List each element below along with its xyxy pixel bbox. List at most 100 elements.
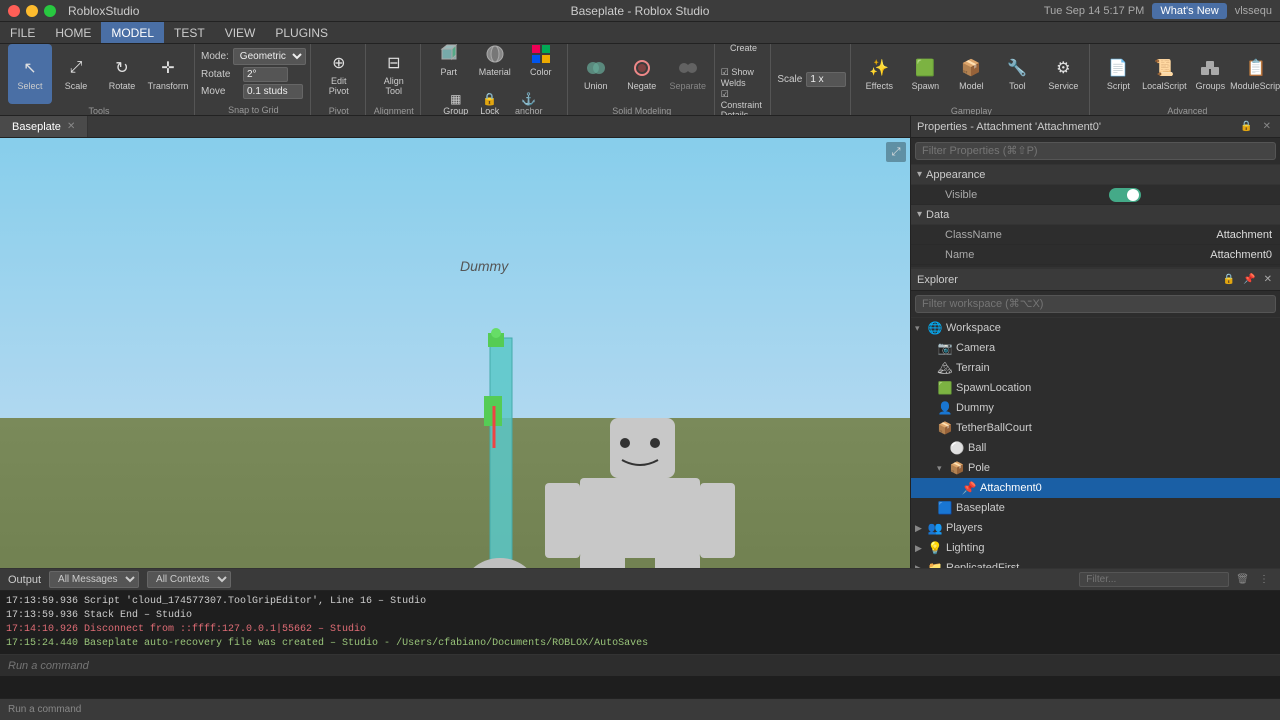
menu-file[interactable]: FILE [0,22,45,43]
menu-plugins[interactable]: PLUGINS [265,22,338,43]
tree-item-name: Dummy [956,402,994,414]
part-tool[interactable]: Part [427,44,471,90]
data-section-header[interactable]: ▾ Data [911,205,1280,225]
group-tool[interactable]: ▦ Group [440,91,472,116]
advanced-group: 📄 Script 📜 LocalScript Groups 📋 ModuleSc… [1096,44,1278,116]
tree-item-workspace[interactable]: ▾ 🌐 Workspace [911,318,1280,338]
tree-item-baseplate[interactable]: 🟦 Baseplate [911,498,1280,518]
tree-icon: 🌐 [927,320,943,336]
rotate-input[interactable] [243,67,288,82]
show-welds-toggle[interactable]: ☑ Show Welds [721,67,767,88]
properties-panel: Properties - Attachment 'Attachment0' 🔒 … [911,116,1280,268]
material-tool[interactable]: Material [473,44,517,90]
baseplate-tab-label: Baseplate [12,121,61,133]
output-menu-btn[interactable]: ⋮ [1256,574,1272,585]
scale-input[interactable] [806,72,846,87]
tree-item-dummy[interactable]: 👤 Dummy [911,398,1280,418]
mode-select[interactable]: Geometric [233,48,306,65]
app-name: RobloxStudio [68,4,139,18]
menu-view[interactable]: VIEW [215,22,266,43]
explorer-search [911,291,1280,318]
explorer-pin-btn[interactable]: 📌 [1241,272,1257,287]
tree-item-players[interactable]: ▶ 👥 Players [911,518,1280,538]
explorer-lock-btn[interactable]: 🔒 [1221,272,1237,287]
groups-tool[interactable]: Groups [1188,44,1232,104]
service-tool[interactable]: ⚙ Service [1041,44,1085,104]
union-label: Union [584,82,608,92]
explorer-close-btn[interactable]: ✕ [1262,272,1274,287]
menu-test[interactable]: TEST [164,22,215,43]
local-script-tool[interactable]: 📜 LocalScript [1142,44,1186,104]
maximize-button[interactable] [44,5,56,17]
edit-pivot-tool[interactable]: ⊕ EditPivot [317,44,361,104]
viewport-corner-button[interactable]: ⤢ [886,142,906,162]
whats-new-button[interactable]: What's New [1152,3,1226,19]
service-label: Service [1048,82,1078,92]
explorer-search-input[interactable] [915,295,1276,313]
properties-close-btn[interactable]: ✕ [1260,121,1274,132]
service-icon: ⚙ [1051,56,1075,80]
menu-model[interactable]: MODEL [101,22,164,43]
constraint-details-toggle[interactable]: ☑ Constraint Details [721,89,767,117]
tree-item-terrain[interactable]: 🏔 Terrain [911,358,1280,378]
output-trash-btn[interactable]: 🗑 [1233,574,1252,585]
script-tool[interactable]: 📄 Script [1096,44,1140,104]
minimize-button[interactable] [26,5,38,17]
messages-filter-select[interactable]: All Messages [49,571,139,588]
dummy-head [610,418,675,478]
tool-tool[interactable]: 🔧 Tool [995,44,1039,104]
create-tool[interactable]: Create [722,44,766,66]
command-input[interactable] [8,660,1272,672]
tree-item-attachment0[interactable]: 📌 Attachment0 [911,478,1280,498]
transform-tool[interactable]: ✛ Transform [146,44,190,104]
menu-home[interactable]: HOME [45,22,101,43]
tree-item-name: SpawnLocation [956,382,1031,394]
local-script-icon: 📜 [1152,56,1176,80]
tree-item-ball[interactable]: ⚪ Ball [911,438,1280,458]
titlebar-left: RobloxStudio [8,4,139,18]
script-icon: 📄 [1106,56,1130,80]
effects-tool[interactable]: ✨ Effects [857,44,901,104]
baseplate-tab[interactable]: Baseplate ✕ [0,116,88,137]
close-button[interactable] [8,5,20,17]
spawn-label: Spawn [912,82,940,92]
tree-item-lighting[interactable]: ▶ 💡 Lighting [911,538,1280,558]
lock-tool[interactable]: 🔒 Lock [474,91,506,116]
rotate-tool[interactable]: ↻ Rotate [100,44,144,104]
output-filter-input[interactable] [1079,572,1229,587]
negate-tool[interactable]: Negate [620,44,664,104]
contexts-filter-select[interactable]: All Contexts [147,571,231,588]
tree-item-name: TetherBallCourt [956,422,1032,434]
parts-section: Part Material Color ▦ [423,44,568,115]
color-tool[interactable]: Color [519,44,563,90]
select-tool[interactable]: ↖ Select [8,44,52,104]
tree-icon: 💡 [927,540,943,556]
solid-modeling-group: Union Negate Separate Solid Modeling [574,44,710,116]
visible-toggle[interactable] [1109,188,1141,202]
explorer-outer: Explorer 🔒 📌 ✕ ▾ 🌐 Workspace 📷 Camera 🏔 … [911,268,1280,598]
effects-icon: ✨ [867,56,891,80]
titlebar: RobloxStudio Baseplate - Roblox Studio T… [0,0,1280,22]
anchor-tool[interactable]: ⚓ anchor [508,91,550,116]
prop-search-input[interactable] [915,142,1276,160]
appearance-section-header[interactable]: ▾ Appearance [911,165,1280,185]
union-tool[interactable]: Union [574,44,618,104]
baseplate-tab-close[interactable]: ✕ [67,121,75,132]
model-tool[interactable]: 📦 Model [949,44,993,104]
tree-item-spawnlocation[interactable]: 🟩 SpawnLocation [911,378,1280,398]
properties-lock-btn[interactable]: 🔒 [1237,121,1255,132]
tree-item-tetherballcourt[interactable]: 📦 TetherBallCourt [911,418,1280,438]
move-input[interactable] [243,84,303,99]
edit-pivot-icon: ⊕ [327,51,351,75]
tool-row: ↖ Select ⤢ Scale ↻ Rotate ✛ Transform [8,44,190,104]
tree-item-pole[interactable]: ▾ 📦 Pole [911,458,1280,478]
spawn-tool[interactable]: 🟩 Spawn [903,44,947,104]
scale-label: Scale [65,82,88,92]
module-script-tool[interactable]: 📋 ModuleScript [1234,44,1278,104]
rotate-icon: ↻ [110,56,134,80]
scale-tool[interactable]: ⤢ Scale [54,44,98,104]
align-tool[interactable]: ⊟ AlignTool [372,44,416,104]
tree-item-camera[interactable]: 📷 Camera [911,338,1280,358]
separate-tool[interactable]: Separate [666,44,710,104]
parts-group: Part Material Color ▦ [427,44,563,116]
